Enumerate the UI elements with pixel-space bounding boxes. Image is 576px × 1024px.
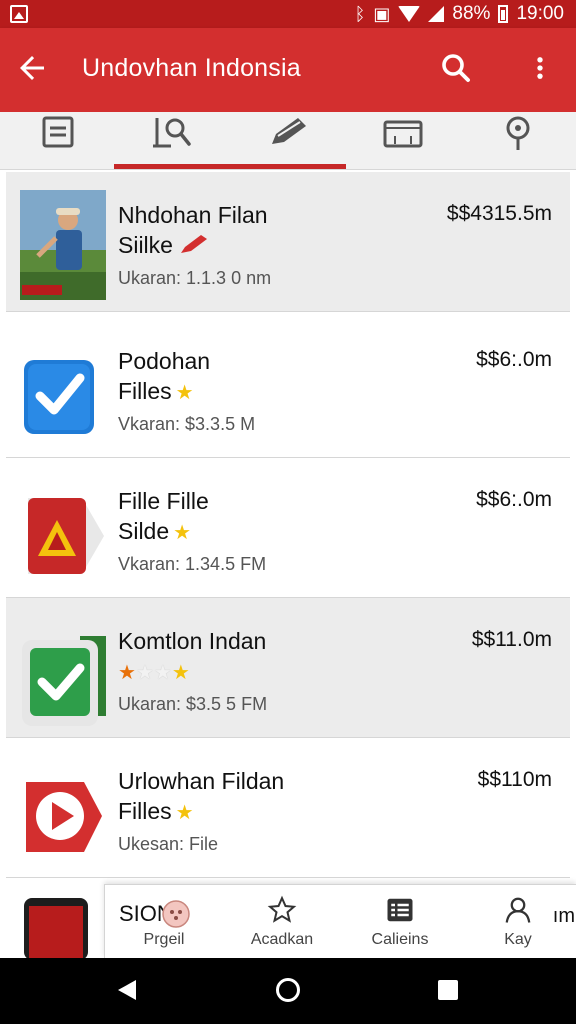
document-icon — [42, 116, 73, 148]
signal-icon — [428, 6, 445, 22]
item-price: $$110m — [477, 768, 552, 791]
item-name-line2: Siilke — [118, 232, 209, 259]
battery-icon — [498, 5, 509, 23]
item-subtitle: Ukaran: $3.5 5 FM — [118, 694, 268, 714]
edit-pen-icon — [271, 118, 306, 144]
item-name: Fille Fille — [118, 488, 209, 514]
list-item[interactable]: Podohan Filles ★ Vkaran: $3.3.5 M $$6:.0m — [6, 318, 570, 458]
nav-label: Acadkan — [250, 931, 314, 948]
item-subtitle: Vkaran: $3.3.5 M — [118, 414, 256, 434]
item-price: $$11.0m — [471, 628, 552, 651]
star-icon: ★ — [175, 382, 194, 404]
item-name: Podohan — [118, 348, 211, 374]
item-price: $$4315.5m — [446, 202, 552, 225]
nav-item-profile[interactable]: SION Prgeil — [105, 885, 223, 959]
list-item[interactable]: Fille Fille Silde ★ Vkaran: 1.34.5 FM $$6… — [6, 458, 570, 598]
item-name-line2: Filles ★ — [118, 798, 194, 824]
star-icon: ★ — [175, 802, 194, 824]
rating-stars: ★★★★ — [118, 660, 190, 685]
nav-label: Kay — [504, 931, 532, 948]
phone-app-icon — [24, 898, 88, 960]
system-nav-bar — [0, 958, 576, 1024]
nav-item-calieins[interactable]: Calieins — [341, 885, 459, 959]
tab-documents[interactable] — [0, 112, 115, 170]
item-price: $$6:.0m — [476, 488, 552, 511]
star-icon: ★ — [173, 522, 192, 544]
folder-icon — [383, 120, 422, 148]
person-photo-icon — [20, 190, 106, 300]
list-item[interactable]: Urlowhan Fildan Filles ★ Ukesan: File $$1… — [6, 738, 570, 878]
item-subtitle: Vkaran: 1.34.5 FM — [118, 554, 267, 574]
arrow-back-icon[interactable] — [14, 50, 50, 86]
nav-label: Prgeil — [143, 931, 185, 948]
profile-icon — [162, 900, 190, 928]
star-icon: ★ — [171, 662, 190, 684]
star-outline-icon — [267, 895, 297, 923]
item-name-line2: Filles ★ — [118, 378, 194, 404]
nav-item-kay[interactable]: ım Kay — [459, 885, 576, 959]
sim-icon: ▣ — [373, 3, 391, 24]
gallery-notification-icon — [10, 5, 28, 23]
location-pin-icon — [506, 116, 529, 150]
system-recents-icon[interactable] — [438, 980, 458, 1000]
blue-checkmark-icon — [24, 360, 94, 434]
list-item[interactable]: Nhdohan Filan Siilke Ukaran: 1.1.3 0 nm … — [6, 172, 570, 312]
item-price: $$6:.0m — [476, 348, 552, 371]
page-title: Undovhan Indonsia — [82, 54, 301, 82]
tab-bar — [0, 112, 576, 170]
star-icon: ★ — [153, 662, 172, 684]
item-subtitle: Ukaran: 1.1.3 0 nm — [118, 268, 272, 288]
status-icons: ᛒ ▣ 88% 19:00 — [355, 2, 564, 26]
wifi-icon — [398, 6, 421, 22]
list-item[interactable]: Komtlon Indan ★★★★ Ukaran: $3.5 5 FM $$1… — [6, 598, 570, 738]
search-icon[interactable] — [438, 50, 474, 86]
red-play-icon — [26, 782, 102, 852]
red-warning-icon — [28, 498, 104, 574]
tab-edit[interactable] — [230, 112, 345, 170]
person-outline-icon — [505, 897, 531, 923]
search-files-icon — [152, 118, 191, 148]
nav-extra-text: ım — [552, 905, 575, 927]
item-name: Urlowhan Fildan — [118, 768, 285, 794]
nav-label: Calieins — [371, 931, 429, 948]
item-name-line2: Silde ★ — [118, 518, 192, 544]
nav-item-acadkan[interactable]: Acadkan — [223, 885, 341, 959]
battery-percent: 88% — [452, 3, 491, 24]
red-pen-icon — [181, 235, 208, 253]
app-bar: Undovhan Indonsia — [0, 28, 576, 112]
star-icon: ★ — [118, 662, 136, 684]
item-name: Komtlon Indan — [118, 628, 267, 654]
system-home-icon[interactable] — [276, 978, 300, 1002]
bluetooth-icon: ᛒ — [354, 3, 366, 24]
star-icon: ★ — [135, 662, 154, 684]
tab-location[interactable] — [460, 112, 575, 170]
tab-folder[interactable] — [345, 112, 460, 170]
tab-indicator — [114, 164, 346, 169]
green-checkmark-icon — [22, 636, 106, 726]
status-bar: ᛒ ▣ 88% 19:00 — [0, 0, 576, 28]
list-icon — [387, 898, 413, 922]
more-vert-icon[interactable] — [526, 50, 554, 86]
system-back-icon[interactable] — [118, 980, 136, 1000]
item-name: Nhdohan Filan — [118, 202, 268, 228]
item-subtitle: Ukesan: File — [118, 834, 219, 854]
bottom-nav: SION Prgeil Acadkan Calieins ım Kay — [104, 884, 576, 958]
clock: 19:00 — [516, 3, 564, 24]
tab-search-files[interactable] — [115, 112, 230, 170]
